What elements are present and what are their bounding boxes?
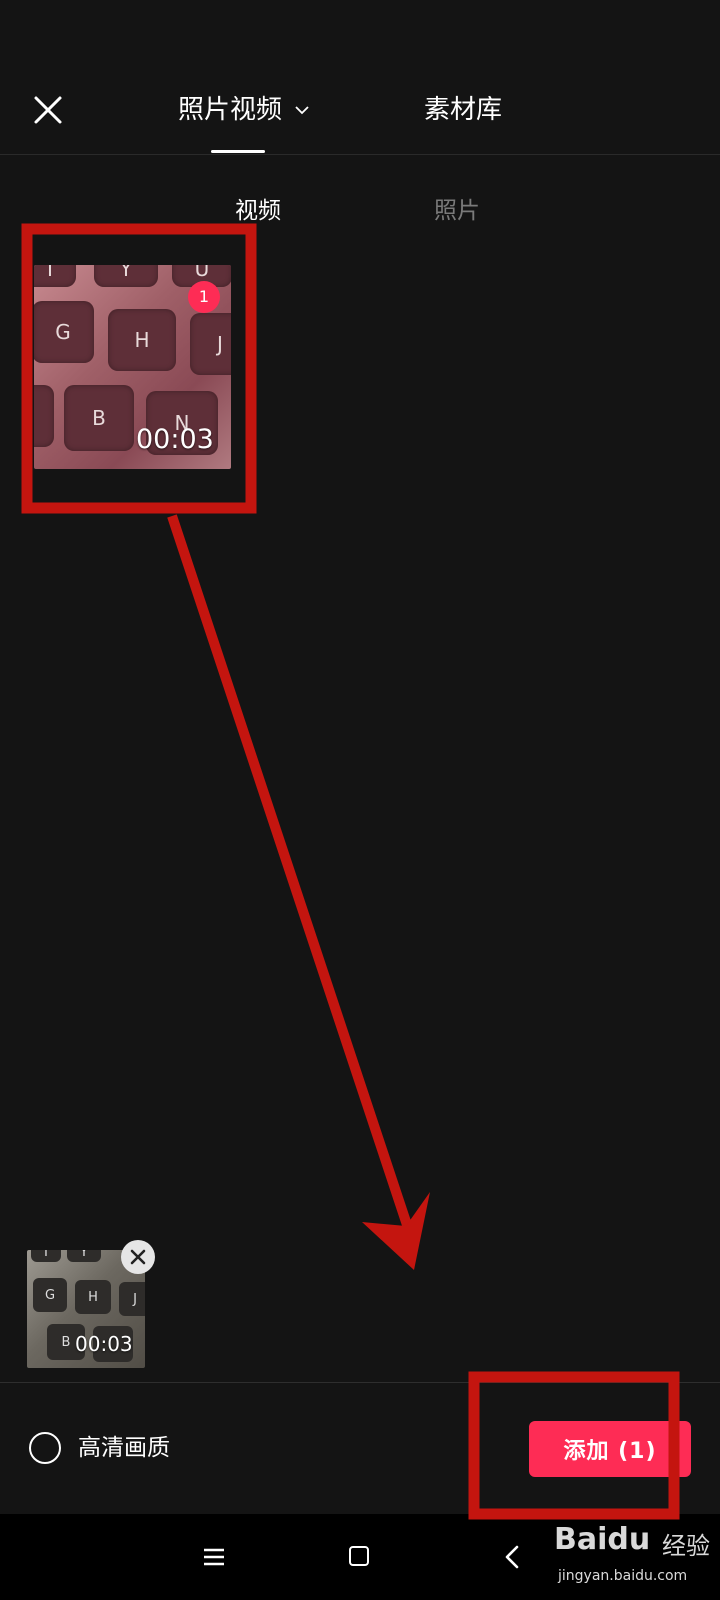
key-cap: H [108, 309, 176, 371]
watermark-logo: Baidu [554, 1522, 651, 1557]
key-cap [34, 385, 54, 447]
nav-home-button[interactable] [349, 1546, 369, 1566]
subtab-video[interactable]: 视频 [235, 194, 281, 228]
key-cap: T [34, 265, 76, 287]
annotation-arrow-line [167, 514, 417, 1242]
key-cap: G [33, 1278, 67, 1312]
header-divider [0, 154, 720, 155]
key-cap: T [31, 1250, 61, 1262]
footer-divider [0, 1382, 720, 1383]
key-cap: J [119, 1282, 145, 1316]
key-cap: J [190, 313, 231, 375]
selected-media-duration: 00:03 [75, 1332, 133, 1356]
tab-photo-video[interactable]: 照片视频 [178, 88, 310, 132]
key-cap: G [34, 301, 94, 363]
baidu-jingyan-watermark: Baidu 经验 jingyan.baidu.com [554, 1520, 714, 1594]
active-tab-indicator [211, 150, 265, 153]
close-icon [130, 1249, 146, 1265]
key-cap: Y [94, 265, 158, 287]
nav-back-button[interactable] [503, 1545, 523, 1569]
hd-quality-label[interactable]: 高清画质 [78, 1431, 170, 1465]
nav-recents-button[interactable] [203, 1547, 225, 1567]
tab-material-library[interactable]: 素材库 [424, 88, 502, 132]
watermark-cn: 经验 [662, 1532, 710, 1560]
remove-selection-button[interactable] [121, 1240, 155, 1274]
watermark-url: jingyan.baidu.com [558, 1568, 688, 1584]
media-duration: 00:03 [136, 424, 214, 455]
key-cap: H [75, 1280, 111, 1314]
annotation-arrow-head [362, 1192, 430, 1270]
subtab-photo[interactable]: 照片 [434, 194, 480, 228]
close-button[interactable] [28, 90, 68, 130]
menu-icon [204, 1548, 224, 1566]
selection-count-badge: 1 [188, 281, 220, 313]
key-cap: B [64, 385, 134, 451]
close-icon [34, 96, 62, 124]
chevron-left-icon [505, 1545, 519, 1569]
tab-photo-video-label: 照片视频 [178, 95, 283, 125]
key-cap: Y [67, 1250, 101, 1262]
add-button[interactable]: 添加 (1) [529, 1421, 691, 1477]
hd-quality-radio[interactable] [29, 1432, 61, 1464]
chevron-down-icon [295, 106, 309, 115]
